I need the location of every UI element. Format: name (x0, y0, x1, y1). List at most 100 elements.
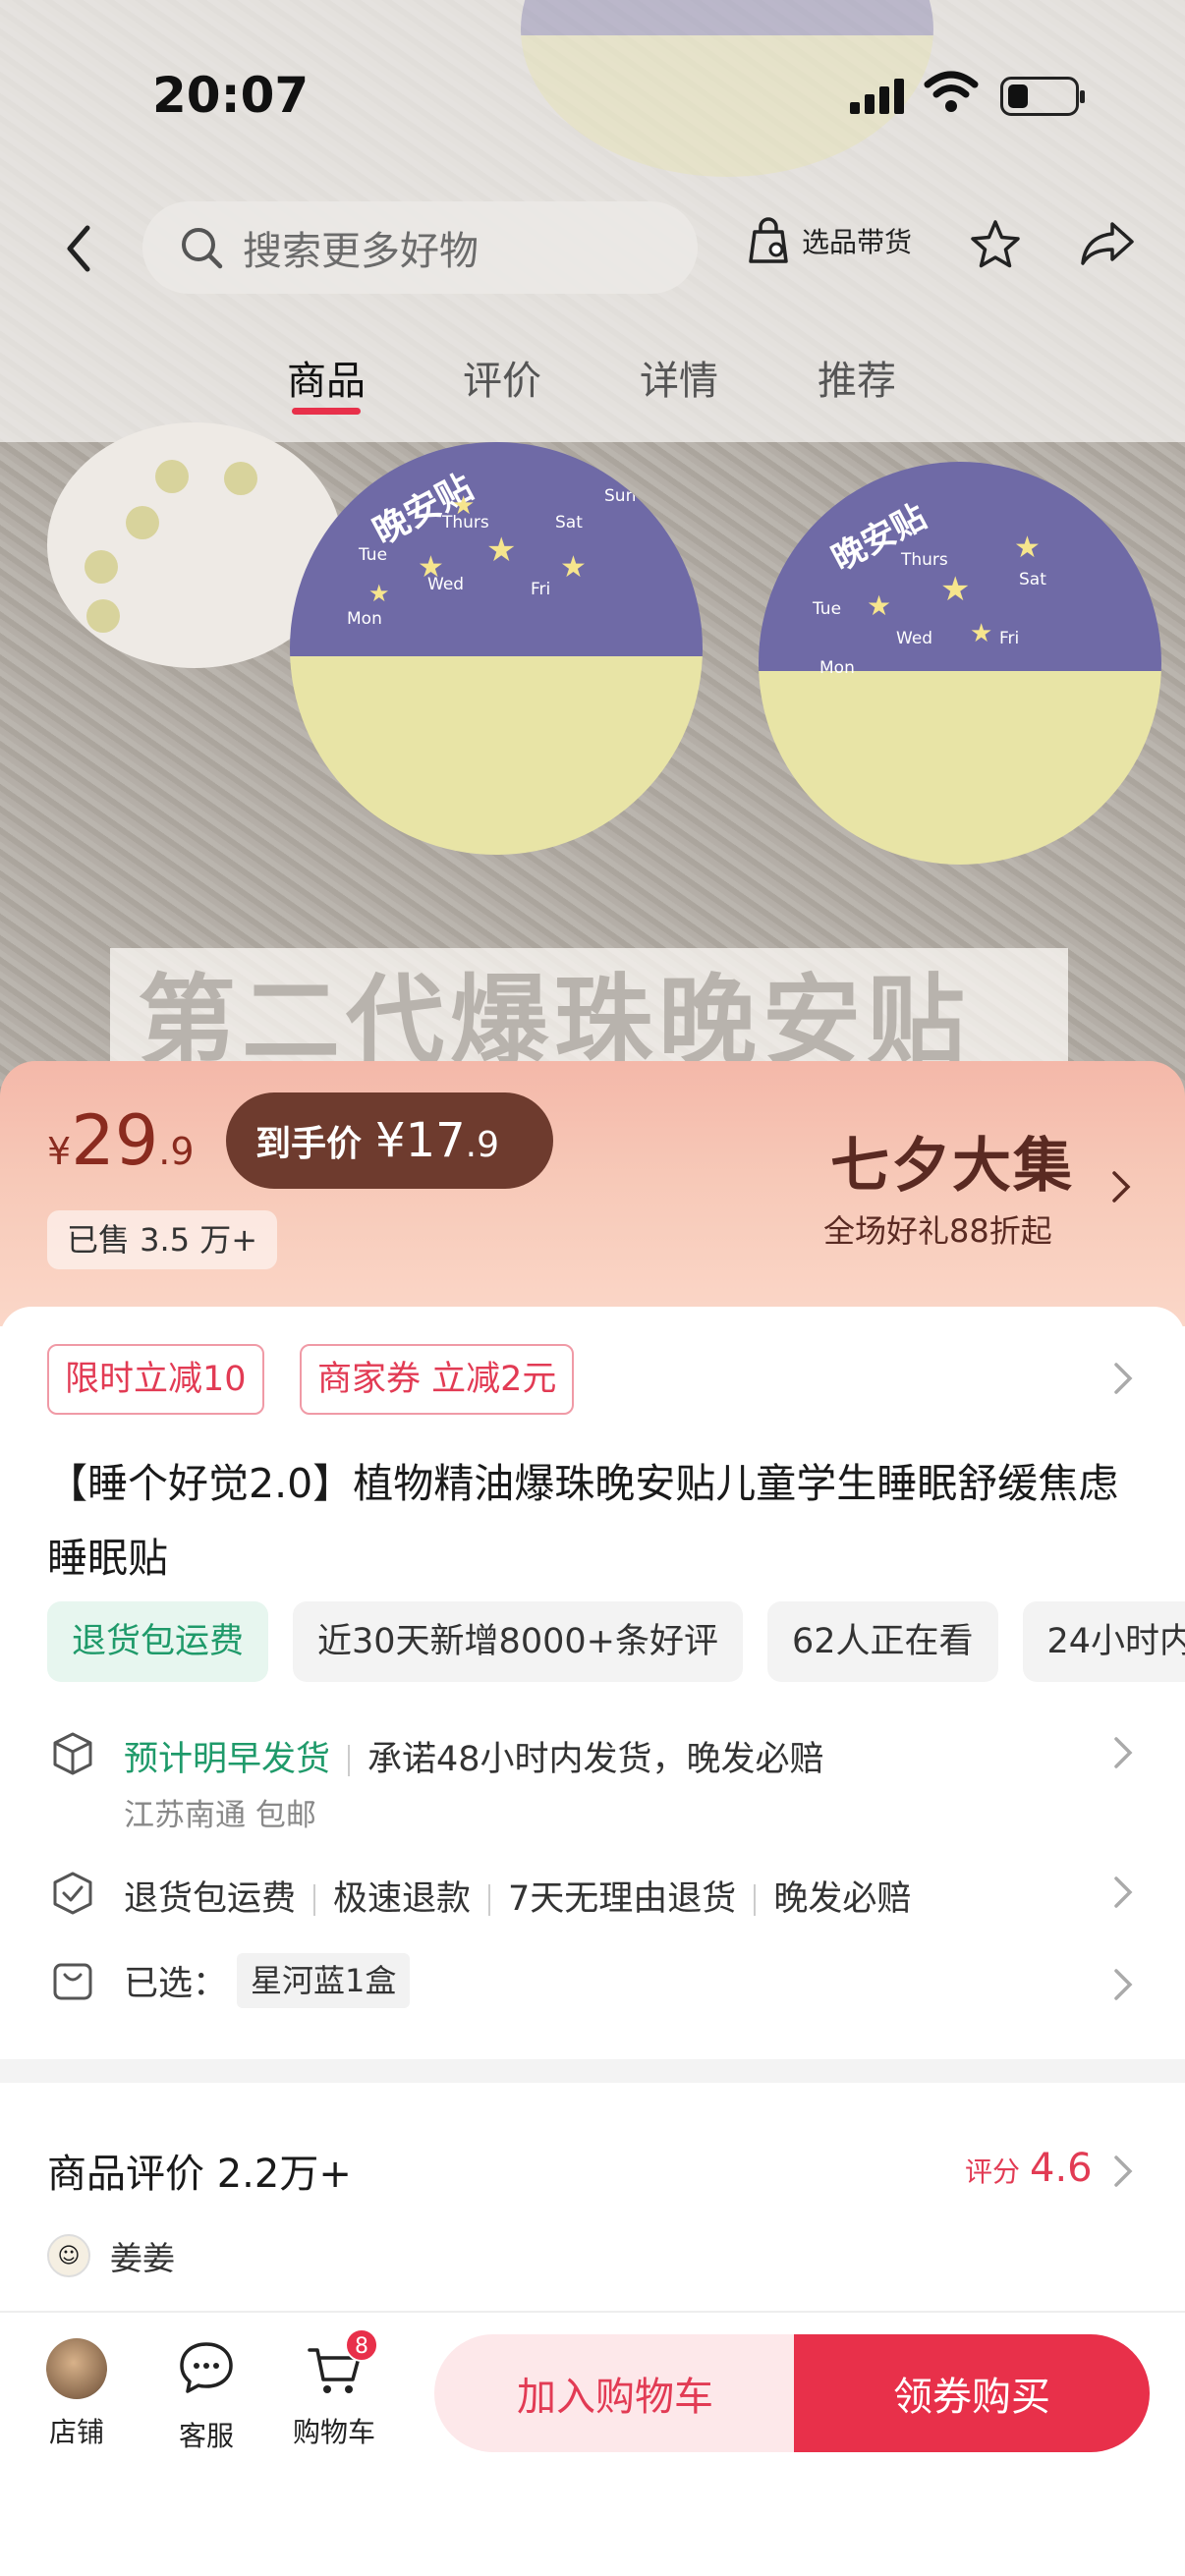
chevron-left-icon (67, 225, 90, 272)
sleep-patch-disc-left: 晚安贴 Mon Tue Wed Thurs Fri Sat Sun ★ ★ ★ … (290, 442, 703, 855)
chevron-right-icon (1114, 2156, 1133, 2187)
disc-day-sat: Sat (1019, 570, 1046, 589)
service-line: 退货包运费 极速退款 7天无理由退货 晚发必赔 (124, 1871, 911, 1921)
add-to-cart-button[interactable]: 加入购物车 (434, 2334, 796, 2452)
shield-check-icon (53, 1872, 92, 1915)
star-icon: ★ (1014, 531, 1041, 565)
package-icon (53, 1732, 92, 1775)
active-tab-indicator (292, 408, 361, 415)
chevron-right-icon (1112, 1171, 1131, 1203)
bag-icon (53, 1963, 92, 2000)
cart-count-badge: 8 (345, 2328, 378, 2362)
section-divider (0, 2059, 1185, 2083)
chat-bubble-icon (180, 2342, 233, 2393)
status-time: 20:07 (152, 67, 310, 124)
disc-day-sun: Sun (604, 486, 637, 506)
coupon-more-button[interactable] (1112, 1361, 1134, 1400)
coupon-shop-discount[interactable]: 商家券 立减2元 (300, 1344, 575, 1415)
tag-chips: 退货包运费近30天新增8000+条好评 62人正在看 24小时内发货 (47, 1601, 1185, 1682)
cellular-signal-icon (850, 77, 907, 114)
sleep-patch-disc-right: 晚安贴 Mon Tue Wed Thurs Fri Sat ★ ★ ★ ★ (759, 462, 1161, 865)
disc-day-mon: Mon (347, 609, 382, 629)
selected-label: 已选： (124, 1964, 228, 2004)
tab-reviews[interactable]: 评价 (463, 349, 541, 406)
favorite-button[interactable] (968, 218, 1023, 271)
customer-service-label: 客服 (178, 2420, 234, 2452)
disc-day-thurs: Thurs (901, 550, 948, 570)
disc-day-wed: Wed (896, 629, 933, 648)
product-title: 【睡个好觉2.0】植物精油爆珠晚安贴儿童学生睡眠舒缓焦虑睡眠贴 (47, 1460, 1119, 1582)
star-icon: ★ (940, 570, 971, 609)
promo-title[interactable]: 七夕大集 (830, 1118, 1074, 1204)
shipping-row[interactable]: 预计明早发货 承诺48小时内发货，晚发必赔 江苏南通 包邮 (47, 1731, 1138, 1839)
original-price: ¥29.9 (47, 1100, 195, 1181)
star-icon: ★ (452, 491, 476, 521)
section-tabs: 商品 评价 详情 推荐 (0, 349, 1185, 442)
chip-viewers[interactable]: 62人正在看 (766, 1601, 998, 1682)
promo-subtitle[interactable]: 全场好礼88折起 (823, 1206, 1052, 1252)
review-score-label: 评分 (965, 2156, 1021, 2188)
selected-variant-chip[interactable]: 星河蓝1盒 (237, 1953, 411, 2008)
reviews-more-button[interactable] (1112, 2154, 1134, 2193)
star-icon: ★ (368, 580, 390, 607)
tab-product[interactable]: 商品 (287, 349, 366, 406)
shop-button[interactable]: 店铺 (28, 2338, 126, 2450)
star-icon: ★ (560, 550, 587, 585)
chevron-right-icon (1114, 1737, 1133, 1768)
star-icon: ★ (970, 619, 993, 648)
chip-ship-24h[interactable]: 24小时内发货 (1022, 1601, 1185, 1682)
service-7day-return: 7天无理由退货 (508, 1879, 737, 1919)
cart-label: 购物车 (292, 2416, 375, 2448)
shop-label: 店铺 (48, 2416, 104, 2448)
disc-day-fri: Fri (999, 629, 1020, 648)
pick-products-button[interactable]: 选品带货 (747, 216, 912, 265)
disc-day-tue: Tue (813, 599, 842, 619)
chip-free-return-shipping[interactable]: 退货包运费 (47, 1601, 269, 1682)
shopping-bag-icon (749, 217, 788, 263)
star-icon: ★ (867, 589, 892, 622)
pick-products-label: 选品带货 (802, 226, 913, 258)
shipping-line: 预计明早发货 承诺48小时内发货，晚发必赔 (124, 1731, 824, 1781)
final-price-value: ¥17.9 (375, 1113, 499, 1168)
reviewer-avatar: ☺ (47, 2234, 90, 2277)
customer-service-button[interactable]: 客服 (157, 2338, 255, 2454)
wifi-icon (924, 71, 979, 114)
cart-button[interactable]: 8 购物车 (285, 2328, 383, 2450)
coupon-limited-discount[interactable]: 限时立减10 (47, 1344, 264, 1415)
service-row[interactable]: 退货包运费 极速退款 7天无理由退货 晚发必赔 (47, 1871, 1138, 1920)
product-info-card (0, 1307, 1185, 2059)
shipping-estimate: 预计明早发货 (124, 1740, 331, 1779)
product-hero-image[interactable]: 晚安贴 Mon Tue Wed Thurs Fri Sat Sun ★ ★ ★ … (0, 0, 1185, 1100)
shipping-origin: 江苏南通 包邮 (124, 1798, 316, 1833)
reviews-title[interactable]: 商品评价 2.2万+ (47, 2142, 352, 2199)
reviewer-name: 姜姜 (110, 2239, 175, 2277)
tab-recommend[interactable]: 推荐 (818, 349, 896, 406)
search-placeholder: 搜索更多好物 (243, 229, 479, 274)
promo-arrow-button[interactable] (1110, 1169, 1132, 1208)
chevron-right-icon (1114, 1876, 1133, 1908)
search-input[interactable]: 搜索更多好物 (142, 201, 698, 294)
search-icon (182, 228, 223, 269)
shipping-promise: 承诺48小时内发货，晚发必赔 (367, 1740, 824, 1779)
disc-day-mon: Mon (819, 658, 855, 678)
disc-day-tue: Tue (359, 545, 388, 565)
final-price-badge: 到手价 ¥17.9 (226, 1092, 553, 1189)
chip-new-reviews[interactable]: 近30天新增8000+条好评 (293, 1601, 743, 1682)
service-fast-refund: 极速退款 (333, 1879, 472, 1919)
chevron-right-icon (1114, 1363, 1133, 1394)
share-button[interactable] (1079, 218, 1136, 267)
share-icon (1081, 222, 1134, 265)
selected-line: 已选： 星河蓝1盒 (124, 1953, 411, 2008)
star-icon: ★ (486, 531, 517, 570)
shop-avatar (46, 2338, 107, 2399)
review-score[interactable]: 评分 4.6 (965, 2146, 1093, 2191)
selected-variant-row[interactable]: 已选： 星河蓝1盒 (47, 1953, 1138, 2012)
tab-details[interactable]: 详情 (640, 349, 718, 406)
final-price-label: 到手价 (255, 1124, 363, 1164)
service-free-return: 退货包运费 (124, 1879, 297, 1919)
claim-coupon-buy-button[interactable]: 领券购买 (794, 2334, 1150, 2452)
back-button[interactable] (51, 214, 106, 283)
battery-icon (1000, 77, 1085, 116)
disc-day-fri: Fri (531, 580, 551, 599)
review-item[interactable]: ☺ 姜姜 (47, 2232, 175, 2279)
